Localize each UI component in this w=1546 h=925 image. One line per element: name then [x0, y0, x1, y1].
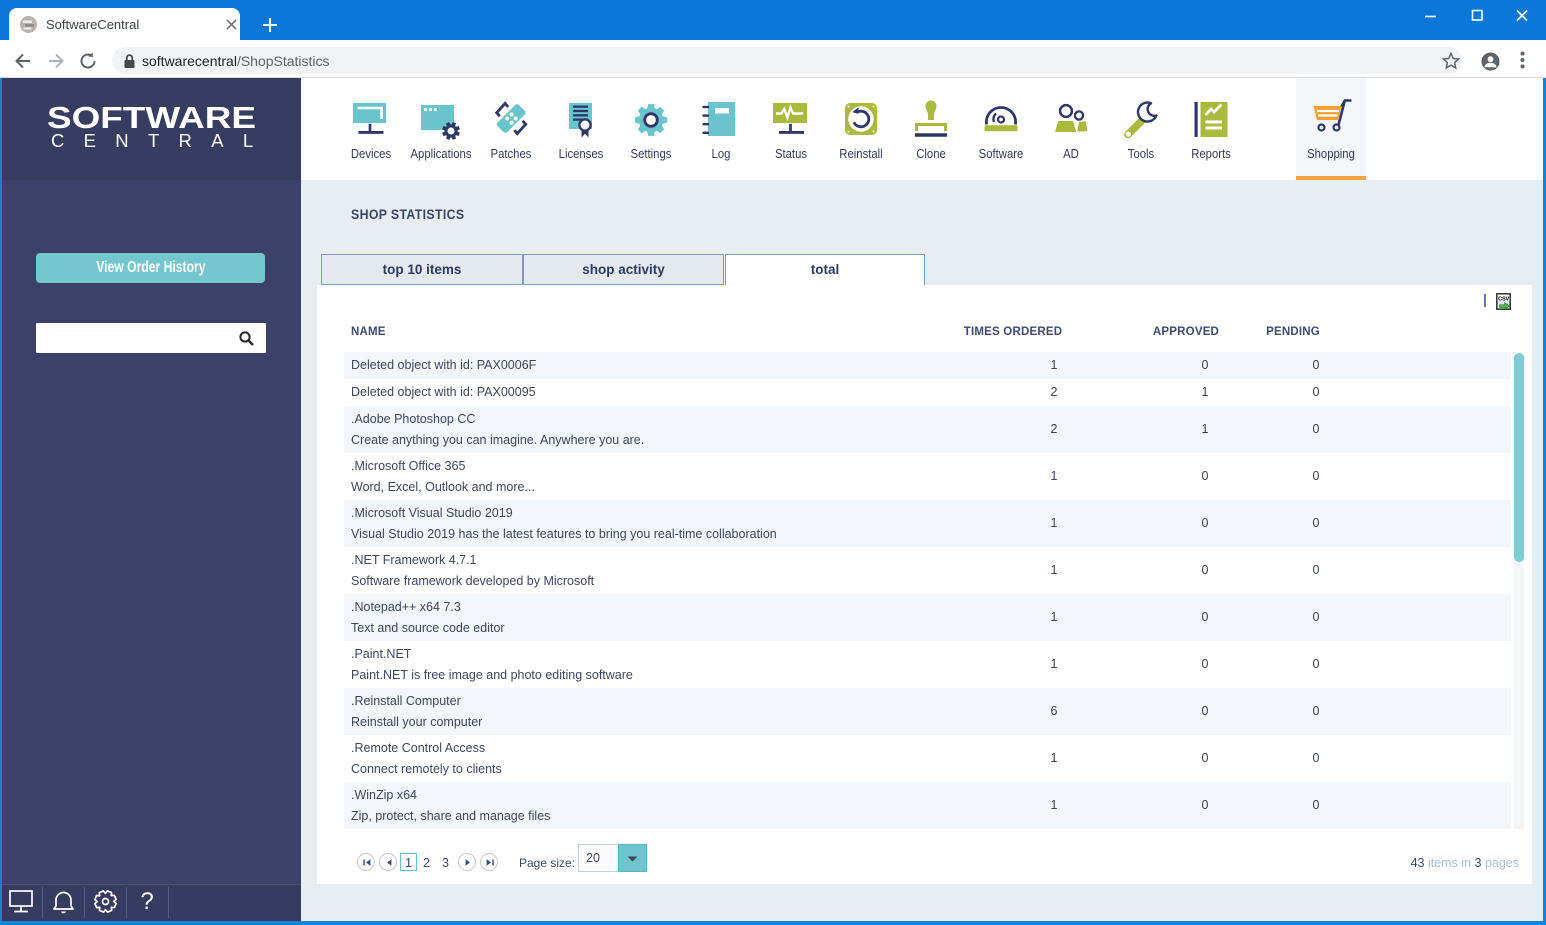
svg-text:CSV: CSV — [1498, 296, 1509, 302]
